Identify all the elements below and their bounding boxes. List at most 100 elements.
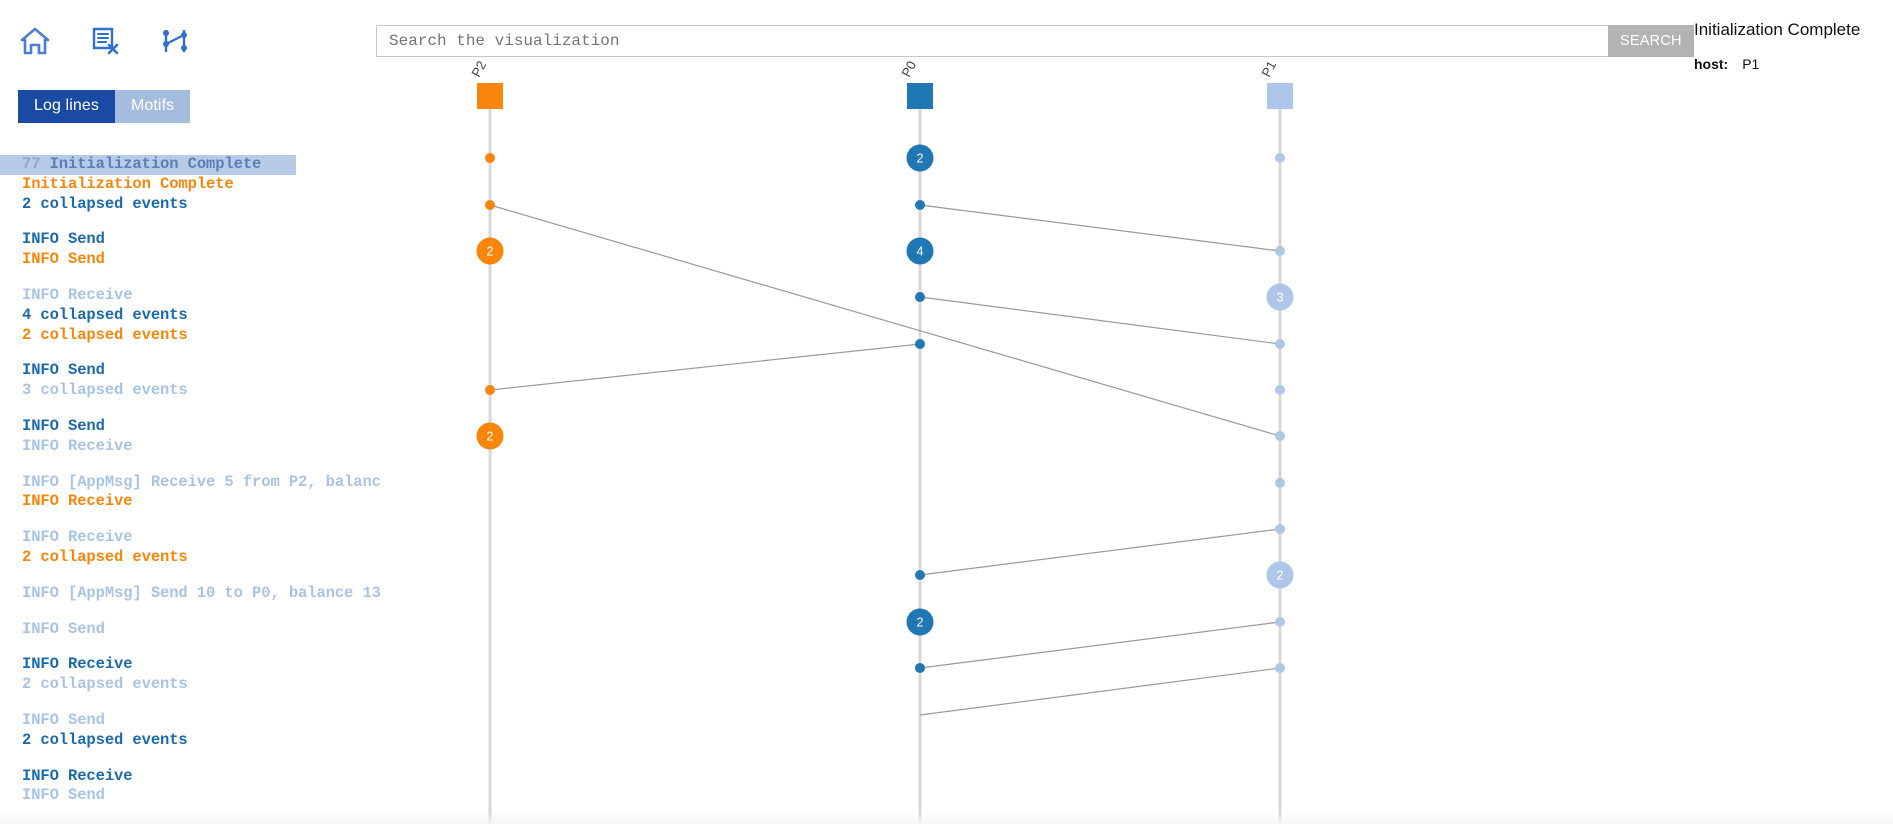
log-line-text: INFO Receive [22,766,133,785]
message-edge[interactable] [919,528,1281,576]
event-node[interactable] [1275,478,1285,488]
event-node[interactable] [1275,385,1285,395]
event-node[interactable] [915,292,925,302]
log-line-text: INFO Receive [22,655,133,674]
log-line[interactable]: 77 Initialization Complete [0,155,296,175]
log-line[interactable]: INFO Send [0,361,380,381]
message-edge[interactable] [919,204,1281,252]
log-group: INFO [AppMsg] Receive 5 from P2, balance… [0,473,380,513]
host-box-p1[interactable] [1267,83,1293,109]
host-box-p2[interactable] [477,83,503,109]
log-line[interactable]: INFO Receive [0,492,380,512]
log-line-text: INFO Send [22,230,105,249]
log-line-text: INFO Send [22,416,105,435]
log-line-text: INFO Receive [22,436,133,455]
collapsed-node-count: 2 [1277,569,1284,583]
log-line-text: 3 collapsed events [22,381,188,400]
log-line[interactable]: INFO Receive [0,437,380,457]
log-line[interactable]: Initialization Complete [0,175,380,195]
graph-svg: P2 P0 P1 2 2 2 4 2 3 2 [468,58,1294,824]
log-group: INFO [AppMsg] Send 10 to P0, balance 13 [0,584,380,604]
log-line-text: INFO Send [22,710,105,729]
log-group: INFO Send INFO Send [0,230,380,270]
host-label-p2: P2 [468,58,489,79]
event-node[interactable] [1275,663,1285,673]
event-info-panel: Initialization Complete host: P1 [1694,20,1884,72]
event-node[interactable] [915,200,925,210]
event-node[interactable] [915,663,925,673]
log-line[interactable]: INFO Send [0,711,380,731]
log-group: INFO Send 3 collapsed events [0,361,380,401]
log-line-text: INFO Send [22,619,105,638]
log-line-text: 2 collapsed events [22,194,188,213]
log-group: INFO Receive INFO Send [0,767,380,807]
collapsed-node-count: 2 [487,245,494,259]
event-node[interactable] [1275,617,1285,627]
process-timeline-graph[interactable]: P2 P0 P1 2 2 2 4 2 3 2 [380,0,1690,824]
log-line[interactable]: INFO Send [0,786,380,806]
log-group: INFO Send [0,620,380,640]
event-node[interactable] [485,153,495,163]
event-node[interactable] [1275,246,1285,256]
log-line[interactable]: 2 collapsed events [0,675,380,695]
clear-log-icon[interactable] [88,24,122,58]
log-line-text: Initialization Complete [22,174,234,193]
home-icon[interactable] [18,24,52,58]
collapsed-node-count: 2 [917,152,924,166]
host-box-p0[interactable] [907,83,933,109]
log-line-text: 2 collapsed events [22,325,188,344]
log-line[interactable]: INFO Receive [0,655,380,675]
message-edge[interactable] [489,343,921,391]
event-host-row: host: P1 [1694,56,1884,72]
log-group: INFO Send 2 collapsed events [0,711,380,751]
event-node[interactable] [1275,153,1285,163]
host-label-p0: P0 [898,58,919,79]
log-group: INFO Send INFO Receive [0,417,380,457]
log-line[interactable]: 2 collapsed events [0,326,380,346]
log-line-text: INFO Receive [22,285,133,304]
log-line[interactable]: 4 collapsed events [0,306,380,326]
event-title: Initialization Complete [1694,20,1861,39]
log-line[interactable]: INFO Send [0,230,380,250]
log-line-text: INFO Receive [22,492,133,511]
event-node[interactable] [915,339,925,349]
tab-log-lines[interactable]: Log lines [18,90,115,123]
message-edge[interactable] [489,204,1281,437]
log-line[interactable]: 2 collapsed events [0,195,380,215]
log-line[interactable]: INFO [AppMsg] Receive 5 from P2, balance [0,473,380,493]
event-node[interactable] [485,200,495,210]
message-edge[interactable] [919,667,1281,716]
log-lines-panel[interactable]: 77 Initialization Complete Initialization… [0,155,380,824]
log-line[interactable]: 2 collapsed events [0,731,380,751]
log-line[interactable]: 3 collapsed events [0,381,380,401]
collapsed-node-count: 3 [1277,291,1284,305]
log-line-text: INFO [AppMsg] Send 10 to P0, balance 13 [22,583,380,602]
event-node[interactable] [1275,339,1285,349]
event-node[interactable] [485,385,495,395]
log-line[interactable]: 2 collapsed events [0,548,380,568]
log-line[interactable]: INFO Receive [0,286,380,306]
log-group: 77 Initialization Complete Initialization… [0,155,380,214]
log-group: INFO Receive 2 collapsed events [0,528,380,568]
event-node[interactable] [1275,524,1285,534]
log-line[interactable]: INFO [AppMsg] Send 10 to P0, balance 13 [0,584,380,604]
log-line[interactable]: INFO Send [0,620,380,640]
toolbar [0,14,300,68]
log-group: INFO Receive 4 collapsed events 2 collapse… [0,286,380,345]
log-line[interactable]: INFO Send [0,417,380,437]
log-line-number: 77 [22,155,50,173]
log-line[interactable]: INFO Receive [0,767,380,787]
event-node[interactable] [915,570,925,580]
pairwise-view-icon[interactable] [158,24,192,58]
log-line[interactable]: INFO Receive [0,528,380,548]
log-line[interactable]: INFO Send [0,250,380,270]
message-edge[interactable] [919,621,1281,669]
log-line-text: Initialization Complete [49,155,262,173]
host-label-p1: P1 [1258,58,1279,79]
tab-motifs[interactable]: Motifs [114,90,191,123]
log-line-text: 4 collapsed events [22,305,188,324]
event-node[interactable] [1275,431,1285,441]
view-toggle: Log lines Motifs [18,90,191,123]
message-edge[interactable] [919,296,1281,345]
log-line-text: INFO Send [22,250,105,269]
